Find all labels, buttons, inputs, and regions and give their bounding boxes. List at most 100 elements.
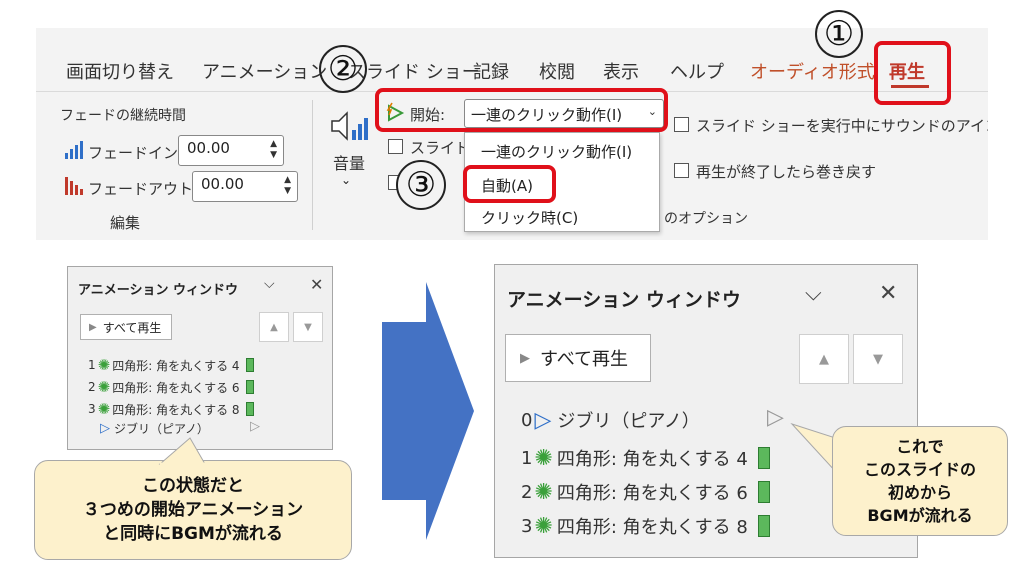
play-trigger-icon: ▷ (100, 421, 110, 436)
transition-arrow (382, 282, 474, 540)
checkbox-label-hide-icon: スライド ショーを実行中にサウンドのアイコンを (696, 117, 988, 135)
item-label: 四角形: 角を丸くする 6 (112, 380, 240, 395)
close-icon[interactable]: ✕ (310, 275, 323, 294)
callout-line: この状態だと (142, 476, 244, 496)
move-up-button[interactable]: ▲ (799, 334, 849, 384)
item-label: 四角形: 角を丸くする 4 (112, 358, 240, 373)
fade-out-icon (64, 176, 84, 200)
timing-bar (245, 402, 254, 416)
timing-bar (757, 447, 770, 469)
close-icon[interactable]: ✕ (879, 281, 897, 306)
tab-slideshow[interactable]: スライド ショー (348, 58, 480, 84)
menu-item-when-clicked[interactable]: クリック時(C) (465, 207, 659, 228)
step-2-marker: ② (319, 45, 367, 93)
play-all-label: すべて再生 (102, 320, 162, 335)
callout-after: これで このスライドの 初めから BGMが流れる (832, 426, 1008, 536)
move-down-button[interactable]: ▼ (853, 334, 903, 384)
item-number: 1 (521, 447, 533, 469)
menu-item-on-click-sequence[interactable]: 一連のクリック動作(I) (465, 141, 659, 162)
item-number: 3 (88, 402, 96, 416)
play-all-button[interactable]: ▶ すべて再生 (505, 334, 651, 382)
timing-bar (757, 481, 770, 503)
item-number: 1 (88, 358, 96, 372)
checkbox-loop[interactable] (388, 139, 403, 154)
fade-out-value: 00.00 (201, 175, 244, 193)
item-number: 0 (521, 409, 533, 431)
automatic-highlight-box (463, 165, 556, 203)
tab-help[interactable]: ヘルプ (670, 58, 724, 84)
start-highlight-box (375, 88, 668, 132)
step-3-marker: ③ (396, 160, 446, 210)
item-label: 四角形: 角を丸くする 8 (556, 517, 748, 538)
audio-options-group-label: のオプション (664, 211, 748, 227)
item-label: ジブリ（ピアノ） (557, 411, 700, 432)
tab-view[interactable]: 表示 (603, 58, 639, 84)
tab-animations[interactable]: アニメーション (202, 58, 327, 84)
list-item[interactable]: 3 ✺ 四角形: 角を丸くする 8 (88, 400, 254, 418)
fade-in-label: フェードイン: (88, 144, 184, 162)
play-all-label: すべて再生 (540, 349, 629, 370)
window-top-area (0, 0, 1024, 28)
checkbox-label-rewind: 再生が終了したら巻き戻す (696, 163, 877, 181)
callout-line: ３つめの開始アニメーション (82, 500, 304, 520)
item-label: 四角形: 角を丸くする 6 (556, 483, 748, 504)
chevron-down-icon[interactable]: ⌵ (264, 276, 275, 292)
group-separator (312, 100, 313, 230)
item-number: 2 (521, 481, 533, 503)
volume-label[interactable]: 音量 (333, 150, 365, 174)
tab-review[interactable]: 校閲 (539, 58, 575, 84)
emphasis-effect-icon: ✺ (534, 445, 553, 471)
timing-bar (245, 358, 254, 372)
play-icon: ▶ (520, 350, 530, 366)
audio-list-item[interactable]: 0 ▷ ジブリ（ピアノ） (521, 407, 700, 433)
tab-transitions[interactable]: 画面切り替え (66, 58, 174, 84)
list-item[interactable]: 1 ✺ 四角形: 角を丸くする 4 (88, 356, 254, 374)
list-item[interactable]: 2 ✺ 四角形: 角を丸くする 6 (88, 378, 254, 396)
volume-icon[interactable] (330, 110, 370, 148)
tab-audio-format[interactable]: オーディオ形式 (750, 58, 875, 84)
callout-line: と同時にBGMが流れる (103, 524, 283, 544)
chevron-down-icon[interactable]: ⌵ (805, 281, 822, 306)
checkbox-hide-during-show[interactable] (674, 117, 689, 132)
timing-bar (245, 380, 254, 394)
emphasis-effect-icon: ✺ (97, 378, 111, 396)
emphasis-effect-icon: ✺ (97, 400, 111, 418)
callout-line: BGMが流れる (867, 506, 973, 525)
checkbox-rewind[interactable] (674, 163, 689, 178)
item-number: 3 (521, 515, 533, 537)
tab-record[interactable]: 記録 (473, 58, 509, 84)
list-item[interactable]: 2 ✺ 四角形: 角を丸くする 6 (521, 479, 770, 505)
fade-out-input[interactable]: 00.00 ▲ ▼ (192, 171, 298, 202)
move-down-button[interactable]: ▼ (293, 312, 323, 342)
emphasis-effect-icon: ✺ (534, 479, 553, 505)
checkbox-label-slide: スライド (410, 139, 471, 157)
item-label: 四角形: 角を丸くする 8 (112, 402, 240, 417)
media-trigger-icon: ▷ (250, 419, 260, 434)
emphasis-effect-icon: ✺ (97, 356, 111, 374)
timing-bar (757, 515, 770, 537)
list-item[interactable]: 1 ✺ 四角形: 角を丸くする 4 (521, 445, 770, 471)
audio-list-item[interactable]: ▷ ジブリ（ピアノ） (100, 420, 209, 437)
playback-tab-highlight-box (874, 41, 951, 105)
pane-title: アニメーション ウィンドウ (507, 289, 741, 311)
list-item[interactable]: 3 ✺ 四角形: 角を丸くする 8 (521, 513, 770, 539)
fade-in-value: 00.00 (187, 139, 230, 157)
play-icon: ▶ (89, 321, 97, 333)
callout-pointer (158, 437, 206, 466)
fade-duration-title: フェードの継続時間 (60, 108, 186, 124)
play-trigger-icon: ▷ (534, 407, 552, 433)
move-up-button[interactable]: ▲ (259, 312, 289, 342)
item-number: 2 (88, 380, 96, 394)
item-label: 四角形: 角を丸くする 4 (556, 449, 748, 470)
animation-pane-before: アニメーション ウィンドウ ⌵ ✕ ▶ すべて再生 ▲ ▼ 1 ✺ 四角形: 角… (67, 266, 333, 450)
edit-group-label: 編集 (110, 214, 141, 232)
play-all-button[interactable]: ▶ すべて再生 (80, 314, 172, 340)
fade-in-input[interactable]: 00.00 ▲ ▼ (178, 135, 284, 166)
spin-arrows-icon[interactable]: ▲ ▼ (284, 175, 291, 197)
item-label: ジブリ（ピアノ） (114, 422, 209, 436)
pane-title: アニメーション ウィンドウ (78, 283, 239, 298)
callout-line: 初めから (887, 483, 952, 502)
spin-arrows-icon[interactable]: ▲ ▼ (270, 139, 277, 161)
volume-chevron-icon[interactable]: ⌄ (341, 173, 351, 187)
callout-before: この状態だと ３つめの開始アニメーション と同時にBGMが流れる (34, 460, 352, 560)
